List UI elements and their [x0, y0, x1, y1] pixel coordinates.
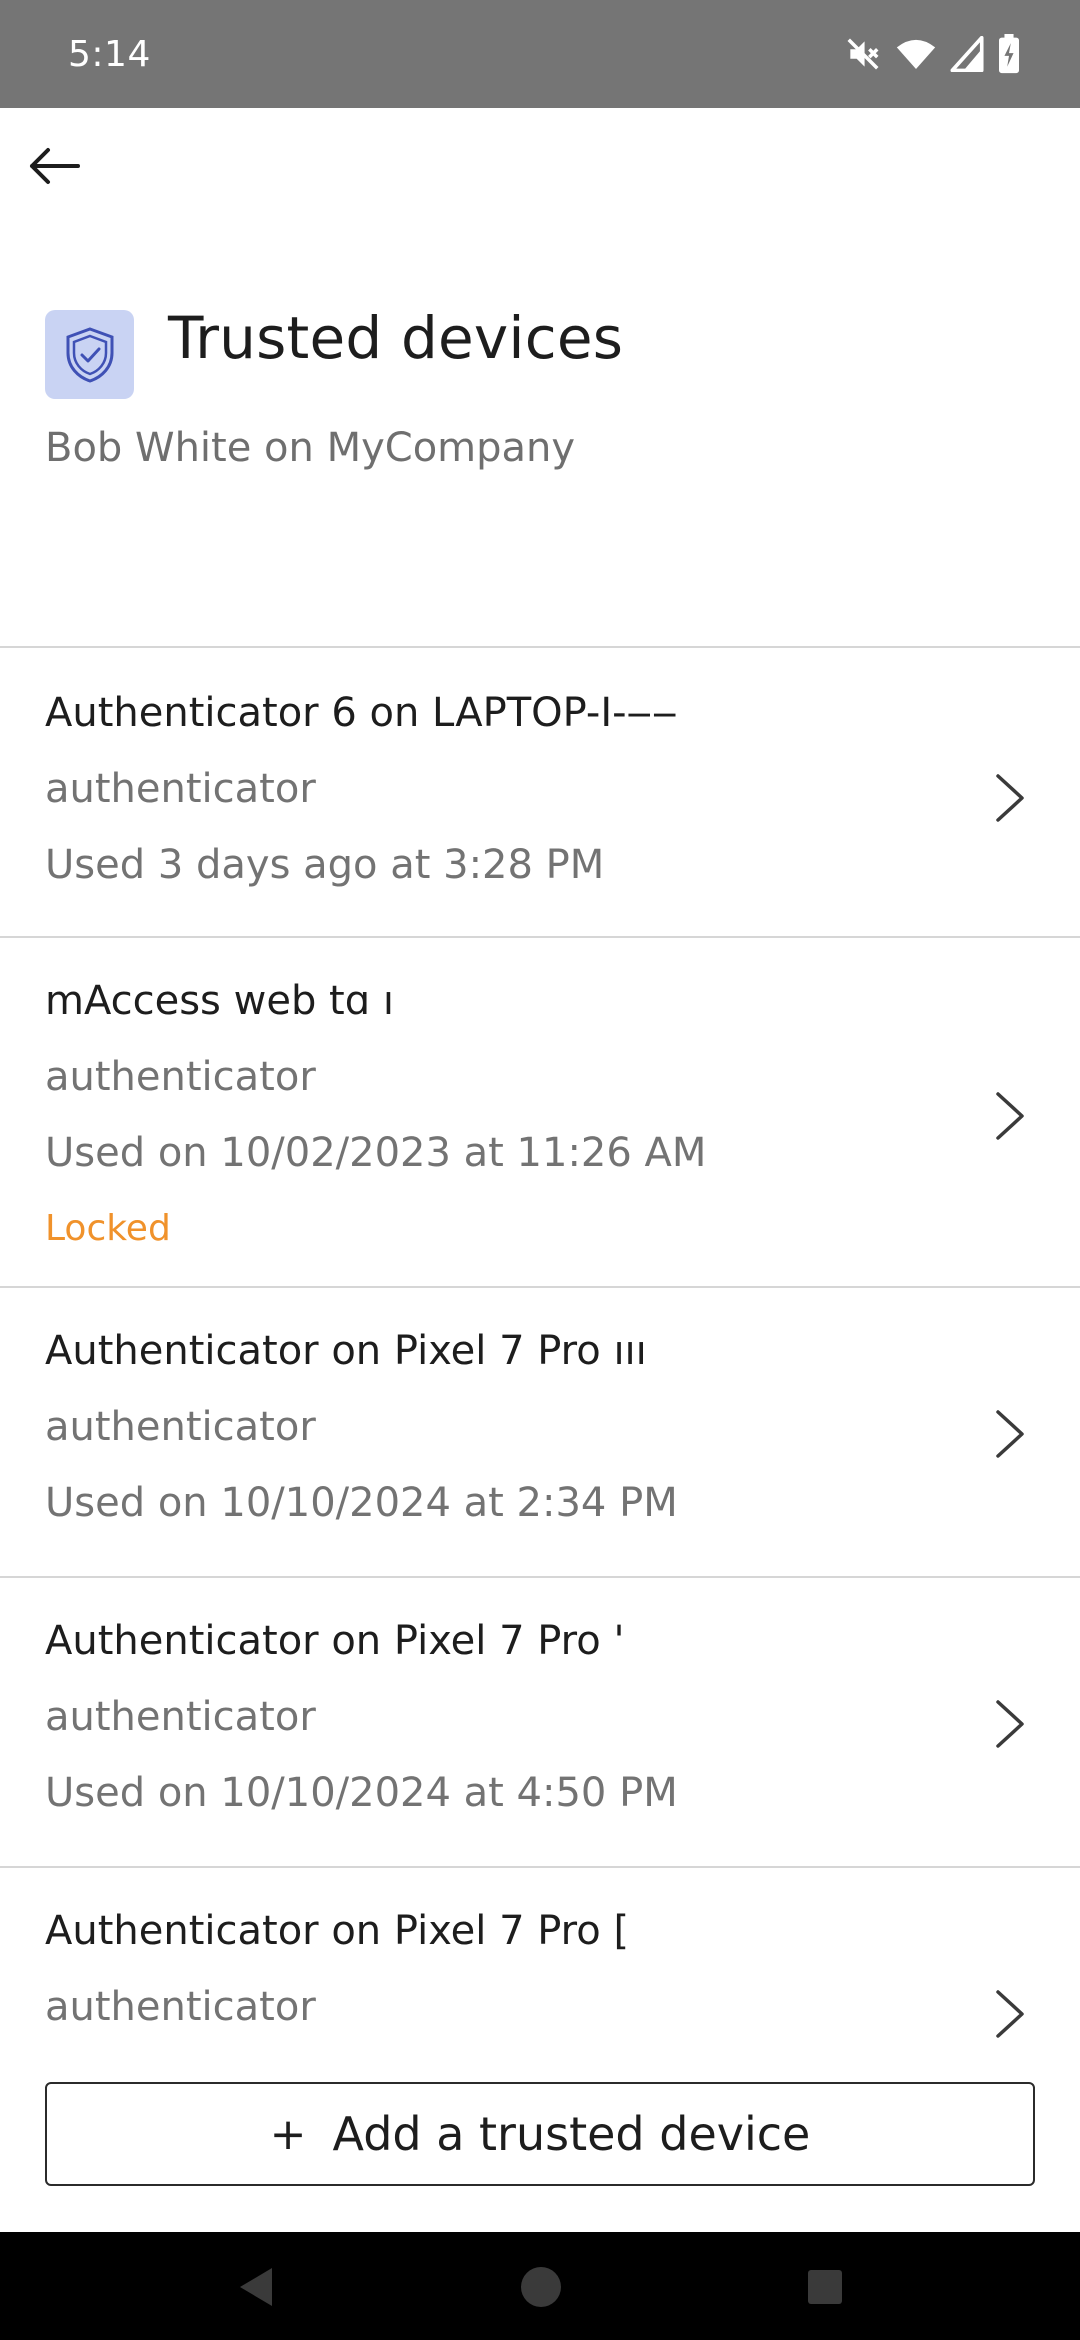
arrow-left-icon [30, 148, 80, 184]
battery-icon [998, 34, 1020, 74]
device-name: Authenticator on Pixel 7 Pro [ [45, 1908, 630, 1954]
shield-check-icon [45, 310, 134, 399]
device-item[interactable]: Authenticator on Pixel 7 Pro ııı authent… [0, 1288, 1080, 1578]
nav-home-icon[interactable] [516, 2262, 566, 2312]
signal-icon [950, 36, 984, 72]
status-bar: 5:14 [0, 0, 1080, 108]
system-navigation-bar [0, 2232, 1080, 2340]
device-item[interactable]: Authenticator on Pixel 7 Pro ' authentic… [0, 1578, 1080, 1868]
device-last-used: Used on 10/10/2024 at 4:50 PM [45, 1770, 678, 1816]
device-last-used: Used on 10/10/2024 at 2:34 PM [45, 1480, 678, 1526]
device-name: mAccess web tɑ ı [45, 978, 394, 1024]
page-subtitle: Bob White on MyCompany [45, 425, 576, 471]
page-title: Trusted devices [168, 304, 624, 372]
device-name: Authenticator on Pixel 7 Pro ' [45, 1618, 625, 1664]
device-last-used: Used 3 days ago at 3:28 PM [45, 842, 605, 888]
device-name: Authenticator on Pixel 7 Pro ııı [45, 1328, 647, 1374]
device-item[interactable]: mAccess web tɑ ı authenticator Used on 1… [0, 938, 1080, 1288]
back-button[interactable] [22, 134, 86, 198]
device-last-used: Used on 10/02/2023 at 11:26 AM [45, 1130, 707, 1176]
screen: 5:14 Trusted devices Bob White on MyComp… [0, 0, 1080, 2340]
nav-back-icon[interactable] [232, 2262, 282, 2312]
status-time: 5:14 [68, 34, 151, 75]
device-name: Authenticator 6 on LAPTOP-I-‒‒ [45, 690, 678, 736]
mute-icon [844, 35, 882, 73]
device-type: authenticator [45, 1984, 316, 2030]
device-type: authenticator [45, 1694, 316, 1740]
chevron-right-icon [996, 1410, 1024, 1458]
device-list: Authenticator 6 on LAPTOP-I-‒‒ authentic… [0, 646, 1080, 2158]
chevron-right-icon [996, 1990, 1024, 2038]
add-trusted-device-button[interactable]: + Add a trusted device [45, 2082, 1035, 2186]
wifi-icon [896, 36, 936, 72]
locked-status-label: Locked [45, 1208, 171, 1249]
device-item[interactable]: Authenticator 6 on LAPTOP-I-‒‒ authentic… [0, 648, 1080, 938]
chevron-right-icon [996, 1700, 1024, 1748]
device-type: authenticator [45, 1054, 316, 1100]
status-icons [844, 30, 1020, 78]
plus-icon: + [269, 2108, 307, 2160]
add-trusted-device-label: Add a trusted device [332, 2107, 811, 2161]
chevron-right-icon [996, 774, 1024, 822]
device-type: authenticator [45, 1404, 316, 1450]
device-type: authenticator [45, 766, 316, 812]
chevron-right-icon [996, 1092, 1024, 1140]
nav-recents-icon[interactable] [800, 2262, 850, 2312]
